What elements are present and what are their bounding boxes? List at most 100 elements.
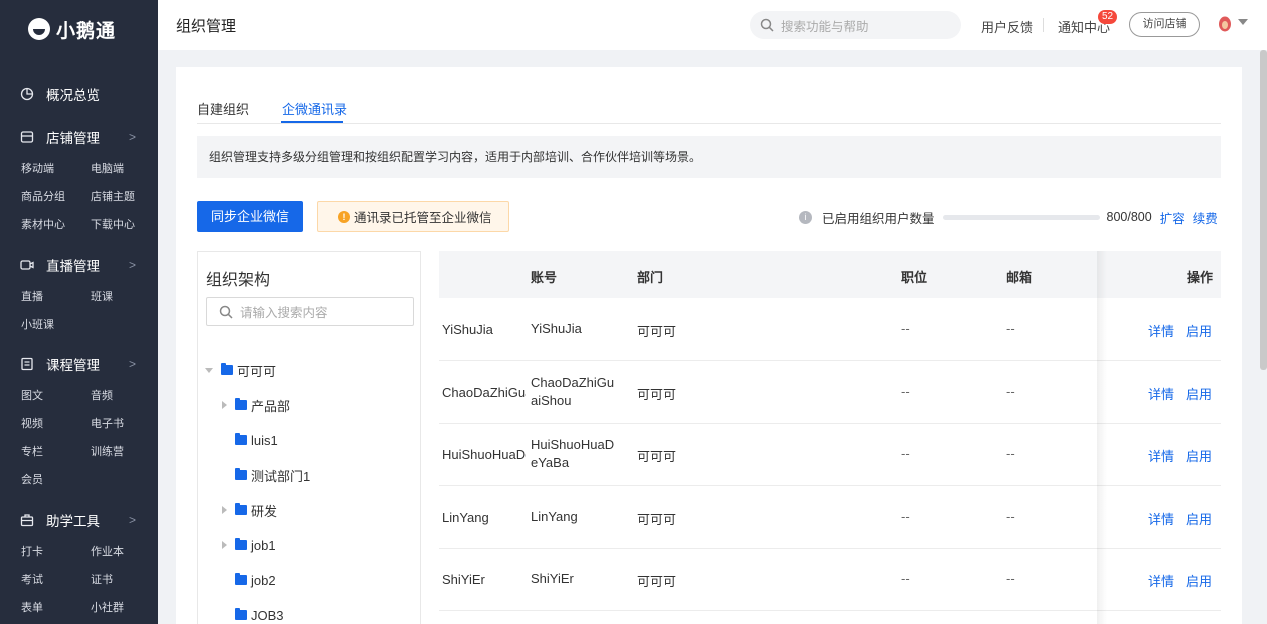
sidebar-subitem[interactable]: 专栏 xyxy=(21,438,91,466)
folder-icon xyxy=(235,573,247,585)
avatar[interactable] xyxy=(1218,16,1232,32)
folder-icon xyxy=(221,363,233,375)
sidebar-subitem[interactable]: 店铺主题 xyxy=(91,183,158,211)
chevron-right-icon: > xyxy=(128,357,136,371)
enable-link[interactable]: 启用 xyxy=(1186,571,1212,590)
enable-link[interactable]: 启用 xyxy=(1186,384,1212,403)
folder-icon xyxy=(235,433,247,445)
member-email: -- xyxy=(1006,571,1015,586)
member-position: -- xyxy=(901,508,910,524)
org-tree-panel: 组织架构 请输入搜索内容 可可可 产品部 luis1 测试部门1 研发 job1 job2 J… xyxy=(197,251,421,624)
folder-icon xyxy=(235,468,247,480)
sidebar-subitem[interactable]: 证书 xyxy=(91,566,158,594)
col-account: 账号 xyxy=(531,270,558,285)
sidebar-item-2[interactable]: 直播管理 > xyxy=(0,251,158,279)
logo[interactable]: 小鹅通 xyxy=(0,0,158,58)
sync-wecom-button[interactable]: 同步企业微信 xyxy=(197,201,303,232)
tree-node-label: luis1 xyxy=(251,432,278,448)
enable-link[interactable]: 启用 xyxy=(1186,321,1212,340)
sidebar-subitem[interactable]: 训练营 xyxy=(91,438,158,466)
tree-node-label: 产品部 xyxy=(251,398,291,414)
sidebar-subitem[interactable]: 电子书 xyxy=(91,410,158,438)
sidebar-item-4[interactable]: 助学工具 > xyxy=(0,506,158,534)
usage-label: 已启用组织用户数量 xyxy=(822,211,935,226)
usage-count: 800/800 xyxy=(1106,210,1152,224)
chevron-down-icon[interactable] xyxy=(1238,19,1248,25)
caret-down-icon[interactable] xyxy=(205,367,213,373)
search-placeholder: 搜索功能与帮助 xyxy=(781,19,869,34)
sidebar-subitems: 直播 班课 小班课 xyxy=(0,283,158,339)
search-icon xyxy=(760,18,774,32)
member-account: YiShuJia xyxy=(531,321,582,336)
tree-node[interactable]: 研发 xyxy=(222,500,277,520)
member-email: -- xyxy=(1006,383,1015,399)
usage-progress-bar xyxy=(942,214,1100,220)
tab-self-built-org[interactable]: 自建组织 xyxy=(197,99,249,118)
enable-link[interactable]: 启用 xyxy=(1186,446,1212,465)
member-dept: 可可可 xyxy=(637,449,677,464)
sidebar-item-0[interactable]: 概况总览 xyxy=(0,80,158,108)
sidebar-subitem[interactable]: 考试 xyxy=(21,566,91,594)
sidebar-subitem[interactable]: 视频 xyxy=(21,410,91,438)
sidebar-subitem[interactable]: 移动端 xyxy=(21,155,91,183)
tree-node-label: job1 xyxy=(251,537,276,553)
sidebar-subitem[interactable]: 小班课 xyxy=(21,311,91,339)
tree-node[interactable]: 可可可 xyxy=(205,360,276,380)
feedback-link[interactable]: 用户反馈 xyxy=(981,17,1033,36)
member-account: LinYang xyxy=(531,508,578,524)
tree-node[interactable]: job1 xyxy=(222,535,276,555)
sidebar-item-label: 课程管理 xyxy=(46,358,100,373)
col-email: 邮箱 xyxy=(1006,270,1033,285)
tree-node-label: job2 xyxy=(251,572,276,588)
sidebar-subitem[interactable]: 作业本 xyxy=(91,538,158,566)
tree-node[interactable]: luis1 xyxy=(222,430,278,450)
info-icon[interactable]: i xyxy=(799,210,812,224)
renew-link[interactable]: 续费 xyxy=(1193,208,1218,227)
caret-right-icon[interactable] xyxy=(222,541,227,549)
sidebar-subitem[interactable]: 下载中心 xyxy=(91,211,158,239)
main-card: 自建组织 企微通讯录 组织管理支持多级分组管理和按组织配置学习内容，适用于内部培… xyxy=(176,67,1242,624)
sidebar-subitems: 打卡 作业本 考试 证书 表单 小社群 xyxy=(0,538,158,622)
detail-link[interactable]: 详情 xyxy=(1148,571,1174,590)
sidebar-subitem[interactable]: 打卡 xyxy=(21,538,91,566)
sidebar-subitem[interactable]: 素材中心 xyxy=(21,211,91,239)
sidebar-subitem[interactable]: 表单 xyxy=(21,594,91,622)
sidebar-item-label: 概况总览 xyxy=(46,88,100,103)
member-position: -- xyxy=(901,446,910,461)
tree-node[interactable]: job2 xyxy=(222,570,276,590)
sidebar-subitem[interactable]: 商品分组 xyxy=(21,183,91,211)
visit-store-button[interactable]: 访问店铺 xyxy=(1129,12,1200,37)
detail-link[interactable]: 详情 xyxy=(1148,446,1174,465)
caret-right-icon[interactable] xyxy=(222,506,227,514)
sidebar-item-3[interactable]: 课程管理 > xyxy=(0,350,158,378)
detail-link[interactable]: 详情 xyxy=(1148,321,1174,340)
search-input[interactable]: 搜索功能与帮助 xyxy=(750,11,961,39)
tab-wecom-contacts[interactable]: 企微通讯录 xyxy=(282,99,347,118)
sidebar-item-1[interactable]: 店铺管理 > xyxy=(0,123,158,151)
info-notice: 组织管理支持多级分组管理和按组织配置学习内容，适用于内部培训、合作伙伴培训等场景… xyxy=(197,136,1221,178)
folder-icon xyxy=(235,398,247,410)
tree-node[interactable]: 产品部 xyxy=(222,395,290,415)
page-scrollbar[interactable] xyxy=(1260,50,1267,370)
detail-link[interactable]: 详情 xyxy=(1148,384,1174,403)
col-ops: 操作 xyxy=(1187,270,1214,285)
expand-link[interactable]: 扩容 xyxy=(1160,208,1185,227)
sidebar-subitem[interactable]: 电脑端 xyxy=(91,155,158,183)
sidebar-subitem[interactable]: 会员 xyxy=(21,466,91,494)
sidebar-subitem[interactable]: 直播 xyxy=(21,283,91,311)
tree-node[interactable]: JOB3 xyxy=(222,605,284,624)
org-search-input[interactable]: 请输入搜索内容 xyxy=(206,297,414,326)
sidebar-subitem[interactable]: 班课 xyxy=(91,283,158,311)
sidebar-item-label: 店铺管理 xyxy=(46,131,100,146)
detail-link[interactable]: 详情 xyxy=(1148,509,1174,528)
tree-node[interactable]: 测试部门1 xyxy=(222,465,310,485)
sidebar-subitems: 图文 音频 视频 电子书 专栏 训练营 会员 xyxy=(0,382,158,494)
caret-right-icon[interactable] xyxy=(222,401,227,409)
sidebar-subitem[interactable]: 小社群 xyxy=(91,594,158,622)
store-icon xyxy=(20,130,34,144)
sidebar-subitem[interactable]: 图文 xyxy=(21,382,91,410)
toolbox-icon xyxy=(20,513,34,527)
sidebar-subitem[interactable]: 音频 xyxy=(91,382,158,410)
sidebar-item-label: 助学工具 xyxy=(46,514,100,529)
enable-link[interactable]: 启用 xyxy=(1186,509,1212,528)
